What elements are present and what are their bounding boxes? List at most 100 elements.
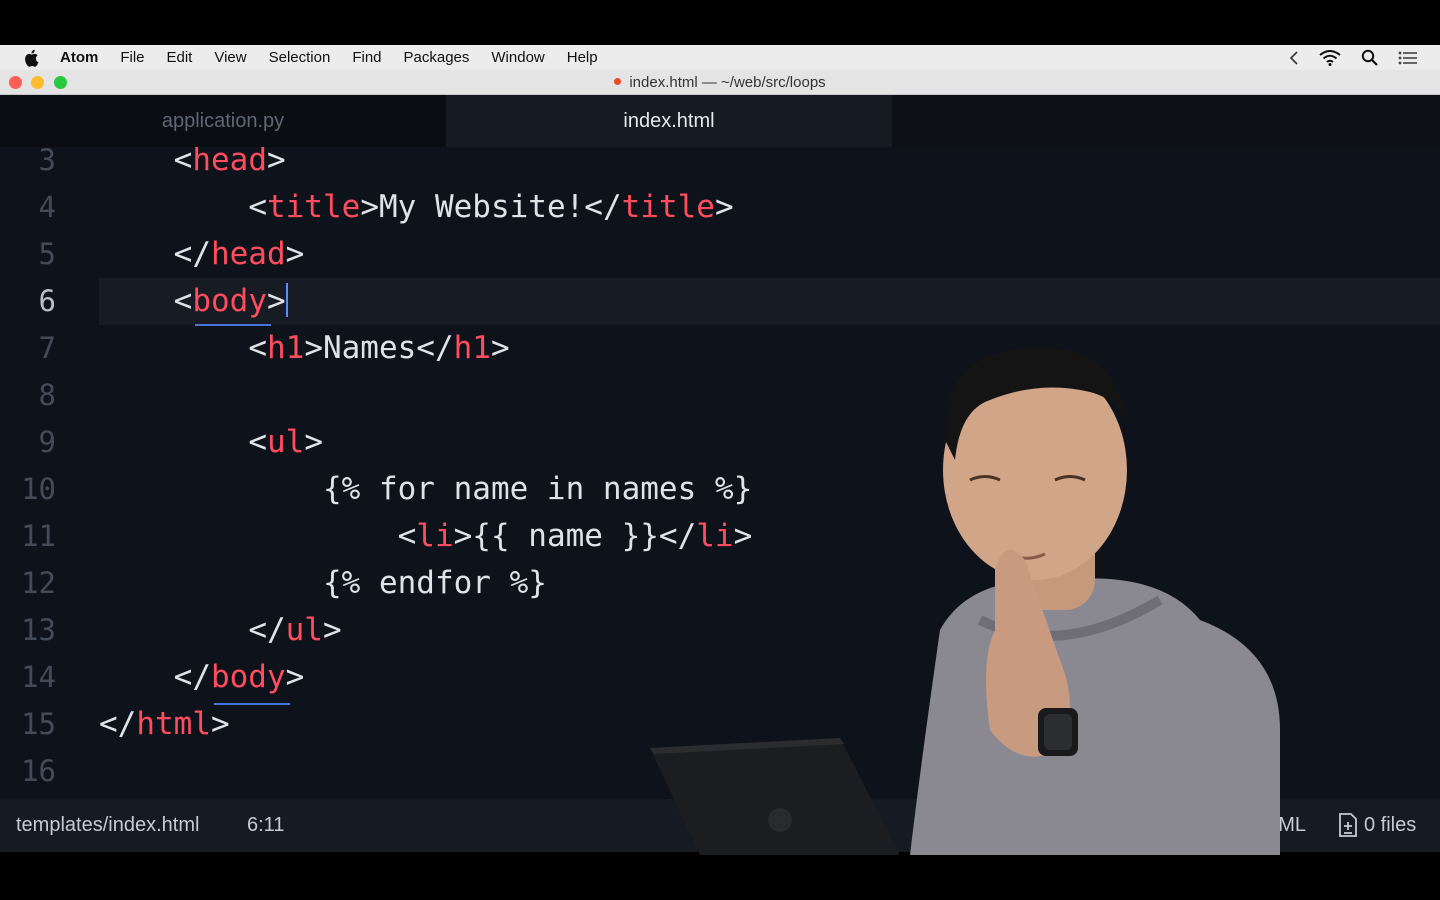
- line-number[interactable]: 9: [0, 419, 56, 466]
- code-text: </html>: [99, 701, 230, 748]
- code-text: </ul>: [99, 607, 342, 654]
- bracket-match-underline: [214, 703, 290, 705]
- laptop-image: [650, 738, 900, 855]
- code-token: <: [173, 147, 193, 178]
- code-token: >My Website!</: [360, 189, 622, 225]
- cursor-position[interactable]: 6:11: [247, 814, 284, 837]
- modified-dot-icon: [614, 78, 622, 85]
- line-number[interactable]: 15: [0, 701, 56, 748]
- code-token: </: [173, 236, 211, 272]
- menu-bar: Atom File Edit View Selection Find Packa…: [0, 45, 1440, 70]
- code-token: <: [248, 330, 267, 366]
- tab-bar: application.py index.html: [0, 95, 1440, 147]
- tag-name: ul: [285, 612, 323, 648]
- files-count: 0 files: [1364, 813, 1417, 836]
- code-token: >: [285, 236, 305, 272]
- notification-center-icon[interactable]: [1398, 51, 1418, 65]
- tab-label: application.py: [161, 109, 285, 132]
- code-line[interactable]: 6 <body>: [0, 278, 1440, 325]
- menu-view[interactable]: View: [214, 49, 246, 66]
- code-text: <ul>: [99, 419, 323, 466]
- chevron-left-icon[interactable]: [1289, 50, 1299, 65]
- tag-name: title: [266, 189, 361, 225]
- code-token: >: [304, 424, 323, 460]
- line-number[interactable]: 5: [0, 231, 56, 278]
- menu-atom[interactable]: Atom: [60, 49, 98, 66]
- code-line[interactable]: 3 <head>: [0, 147, 1440, 184]
- bracket-match-underline: [195, 324, 271, 326]
- tag-name: head: [192, 147, 267, 178]
- tag-name: head: [210, 236, 286, 272]
- tag-name: html: [136, 706, 211, 742]
- code-text: <head>: [99, 147, 286, 184]
- line-number[interactable]: 12: [0, 560, 56, 607]
- code-text: </head>: [99, 231, 305, 278]
- menu-packages[interactable]: Packages: [404, 49, 470, 66]
- line-number[interactable]: 6: [0, 278, 56, 325]
- line-number[interactable]: 8: [0, 372, 56, 419]
- code-token: >: [266, 147, 286, 178]
- line-number[interactable]: 11: [0, 513, 56, 560]
- tag-name: title: [621, 189, 715, 225]
- search-icon[interactable]: [1361, 49, 1378, 66]
- current-line-highlight: [99, 278, 1440, 325]
- code-token: >: [285, 659, 305, 695]
- line-number[interactable]: 16: [0, 748, 56, 795]
- code-text: </body>: [99, 654, 305, 701]
- code-line[interactable]: 5 </head>: [0, 231, 1440, 278]
- line-number[interactable]: 3: [0, 147, 56, 184]
- code-token: >: [266, 283, 286, 319]
- code-text: <body>: [99, 278, 288, 325]
- menu-selection[interactable]: Selection: [269, 49, 331, 66]
- window-title: index.html — ~/web/src/loops: [629, 74, 826, 91]
- code-token: <: [248, 189, 267, 225]
- menu-file[interactable]: File: [120, 49, 144, 66]
- menubar-status-icons: [1289, 45, 1418, 70]
- line-number[interactable]: 10: [0, 466, 56, 513]
- line-number[interactable]: 7: [0, 325, 56, 372]
- code-text: <title>My Website!</title>: [99, 184, 734, 231]
- tab-index-html[interactable]: index.html: [446, 95, 892, 147]
- tag-name: h1: [266, 330, 305, 366]
- tag-name: h1: [453, 330, 491, 366]
- person-image: [910, 347, 1280, 855]
- line-number[interactable]: 13: [0, 607, 56, 654]
- code-token: >Names</: [304, 330, 454, 366]
- code-token: {% endfor %}: [322, 565, 547, 601]
- tag-name: body: [192, 283, 267, 319]
- menu-edit[interactable]: Edit: [167, 49, 193, 66]
- text-cursor: [285, 283, 288, 317]
- code-line[interactable]: 4 <title>My Website!</title>: [0, 184, 1440, 231]
- menu-find[interactable]: Find: [352, 49, 381, 66]
- code-token: </: [173, 659, 211, 695]
- menu-window[interactable]: Window: [491, 49, 544, 66]
- tag-name: li: [416, 518, 454, 554]
- tag-name: body: [210, 659, 286, 695]
- git-files-status[interactable]: 0 files: [1338, 813, 1416, 837]
- code-token: <: [173, 283, 193, 319]
- tab-application-py[interactable]: application.py: [0, 95, 446, 147]
- line-number[interactable]: 4: [0, 184, 56, 231]
- file-add-icon: [1339, 813, 1357, 837]
- code-token: >: [490, 330, 510, 366]
- code-token: >: [322, 612, 342, 648]
- file-path[interactable]: templates/index.html: [16, 814, 199, 837]
- presenter-video-overlay: [650, 347, 1280, 855]
- wifi-icon[interactable]: [1319, 49, 1341, 66]
- line-number[interactable]: 14: [0, 654, 56, 701]
- tag-name: ul: [266, 424, 305, 460]
- apple-logo-icon[interactable]: [24, 49, 40, 67]
- window-title-wrap: index.html — ~/web/src/loops: [0, 74, 1440, 91]
- code-token: >: [714, 189, 734, 225]
- menu-help[interactable]: Help: [567, 49, 598, 66]
- code-text: <h1>Names</h1>: [99, 325, 510, 372]
